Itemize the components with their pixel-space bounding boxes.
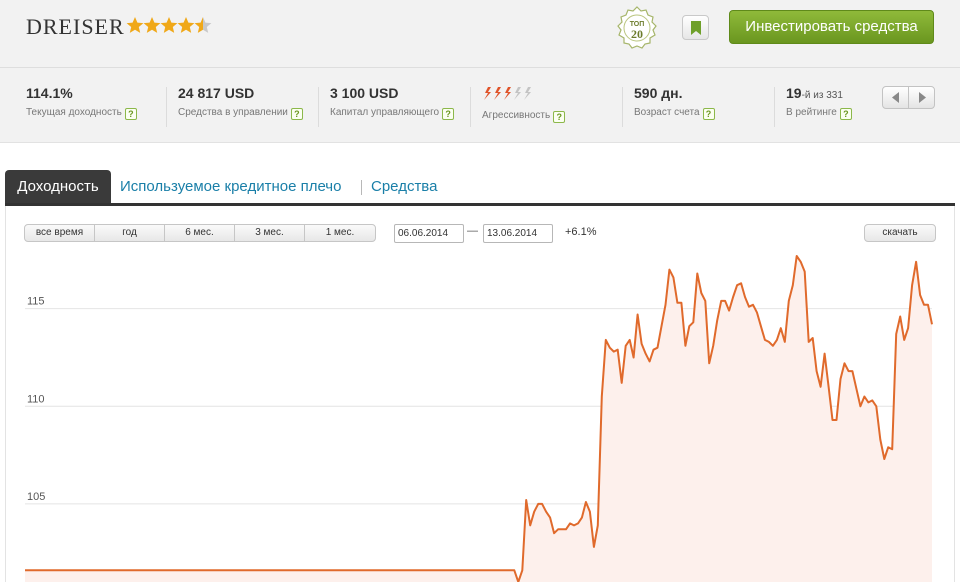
stat-label: Возраст счета (634, 107, 700, 118)
bolt-icon (514, 87, 521, 100)
divider (774, 87, 775, 127)
star-icon (160, 17, 178, 33)
download-button[interactable]: скачать (864, 224, 936, 242)
range-selector: все время год 6 мес. 3 мес. 1 мес. (24, 224, 376, 242)
stat-aggression: Агрессивность? (482, 87, 566, 131)
period-change: +6.1% (565, 226, 597, 238)
triangle-right-icon (919, 92, 926, 103)
divider (166, 87, 167, 127)
triangle-left-icon (892, 92, 899, 103)
stat-current-return: 114.1% Текущая доходность? (26, 85, 137, 129)
rating-stars (126, 16, 214, 41)
y-tick-label: 115 (27, 296, 45, 308)
account-name: DREISER (26, 14, 125, 39)
returns-area (25, 256, 932, 582)
range-1m-button[interactable]: 1 мес. (305, 225, 375, 241)
tab-divider (361, 180, 362, 195)
help-icon[interactable]: ? (553, 111, 566, 123)
stat-value: 3 100 USD (330, 85, 399, 101)
account-nav (882, 86, 935, 109)
y-tick-label: 105 (27, 491, 45, 503)
divider (622, 87, 623, 127)
range-6m-button[interactable]: 6 мес. (165, 225, 235, 241)
stat-account-age: 590 дн. Возраст счета? (634, 85, 715, 129)
divider (470, 87, 471, 127)
bookmark-button[interactable] (682, 15, 709, 40)
stat-manager-capital: 3 100 USD Капитал управляющего? (330, 85, 455, 129)
returns-chart: 105 110 115 (25, 255, 933, 582)
star-icon (143, 17, 161, 33)
bolt-icon (504, 87, 511, 100)
help-icon[interactable]: ? (442, 108, 455, 120)
chart-tabs: Доходность Используемое кредитное плечо … (5, 170, 955, 206)
bolt-icon (484, 87, 491, 100)
star-icon (177, 17, 195, 33)
stat-value: 114.1% (26, 85, 73, 101)
help-icon[interactable]: ? (290, 108, 303, 120)
bolt-icon (524, 87, 531, 100)
stat-rating: 19-й из 331 В рейтинге? (786, 85, 852, 129)
range-all-button[interactable]: все время (25, 225, 95, 241)
stat-value: 590 дн. (634, 85, 683, 101)
rank-suffix: -й из 331 (801, 90, 843, 101)
bookmark-icon (691, 21, 701, 35)
stat-label: Средства в управлении (178, 107, 288, 118)
next-button[interactable] (909, 87, 935, 108)
prev-button[interactable] (883, 87, 909, 108)
range-year-button[interactable]: год (95, 225, 165, 241)
tab-returns[interactable]: Доходность (5, 170, 111, 203)
help-icon[interactable]: ? (702, 108, 715, 120)
stats-bar: 114.1% Текущая доходность? 24 817 USD Ср… (0, 69, 960, 142)
stat-label: Текущая доходность (26, 107, 122, 118)
date-to-field[interactable]: 13.06.2014 (483, 224, 553, 243)
tab-funds[interactable]: Средства (371, 170, 437, 203)
bolt-icon (494, 87, 501, 100)
aggression-meter (482, 87, 565, 104)
tab-leverage[interactable]: Используемое кредитное плечо (120, 170, 341, 203)
range-3m-button[interactable]: 3 мес. (235, 225, 305, 241)
star-icon (126, 17, 144, 33)
stat-label: Капитал управляющего (330, 107, 440, 118)
date-separator: — (467, 225, 478, 237)
stat-value: 19 (786, 85, 802, 101)
stat-label: Агрессивность (482, 110, 551, 121)
divider (318, 87, 319, 127)
help-icon[interactable]: ? (124, 108, 137, 120)
help-icon[interactable]: ? (839, 108, 852, 120)
stat-value: 24 817 USD (178, 85, 255, 101)
invest-button[interactable]: Инвестировать средства (729, 10, 934, 44)
stat-funds-managed: 24 817 USD Средства в управлении? (178, 85, 303, 129)
date-from-field[interactable]: 06.06.2014 (394, 224, 464, 243)
account-header: DREISER ТОП 20 Инвестировать средства 11… (0, 0, 960, 143)
top20-badge: ТОП 20 (617, 6, 657, 54)
stat-label: В рейтинге (786, 107, 837, 118)
half-star-icon (194, 17, 212, 33)
badge-number: 20 (631, 27, 643, 41)
header-top-row: DREISER ТОП 20 Инвестировать средства (0, 0, 960, 68)
y-tick-label: 110 (27, 393, 45, 405)
